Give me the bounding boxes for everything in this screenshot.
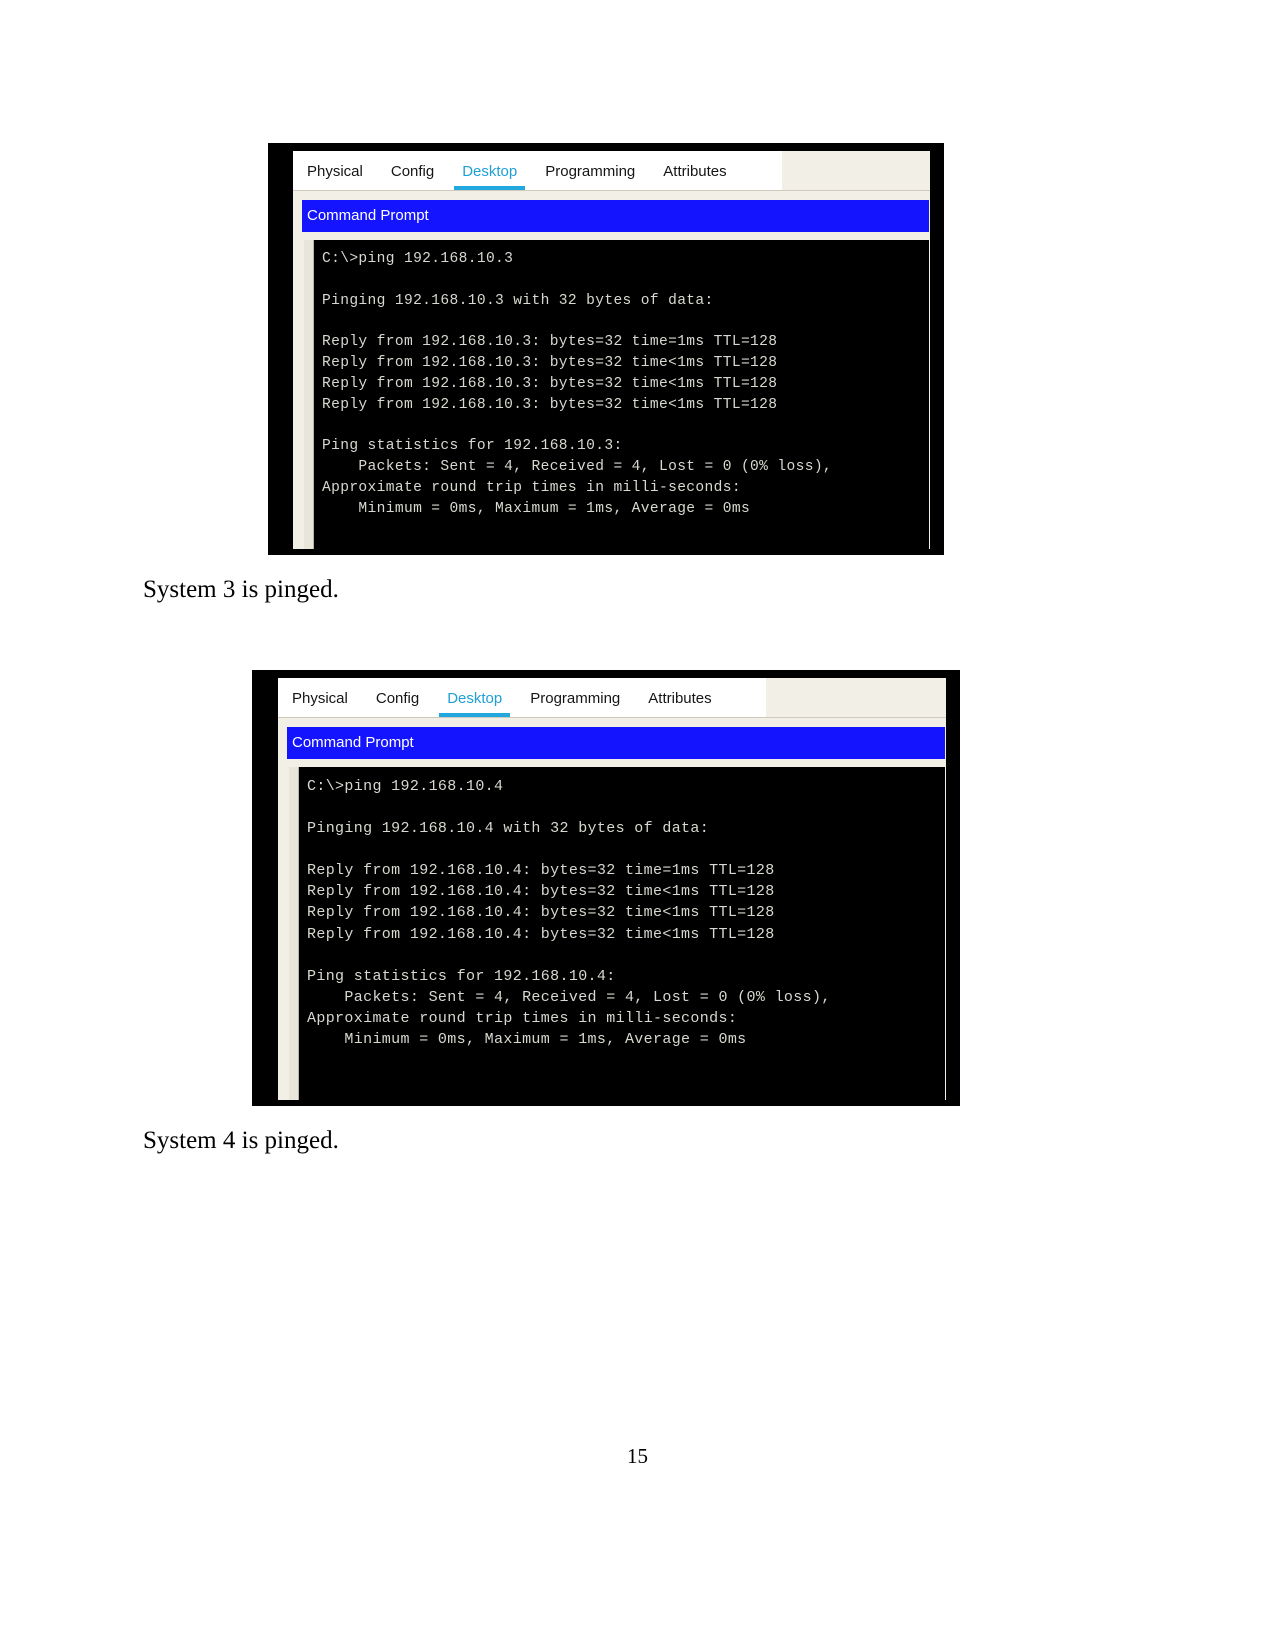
terminal-line: Ping statistics for 192.168.10.3: (322, 438, 623, 455)
terminal-line: Minimum = 0ms, Maximum = 1ms, Average = … (307, 1031, 747, 1049)
tab-bar-endcap (766, 678, 946, 718)
terminal-line: Approximate round trip times in milli-se… (322, 479, 741, 496)
terminal-container: C:\>ping 192.168.10.3 Pinging 192.168.10.… (302, 240, 929, 549)
terminal-line: Reply from 192.168.10.4: bytes=32 time<1… (307, 883, 775, 901)
packet-tracer-window: Physical Config Desktop Programming Attr… (278, 678, 946, 1100)
terminal-output[interactable]: C:\>ping 192.168.10.3 Pinging 192.168.10.… (314, 240, 929, 549)
tab-attributes[interactable]: Attributes (634, 678, 726, 718)
desktop-panel: Command Prompt C:\>ping 192.168.10.3 Ping… (293, 191, 930, 549)
terminal-line: Approximate round trip times in milli-se… (307, 1010, 738, 1028)
tab-programming[interactable]: Programming (531, 151, 650, 191)
terminal-line: Reply from 192.168.10.4: bytes=32 time<1… (307, 925, 775, 943)
terminal-left-gutter (289, 767, 299, 1100)
desktop-panel: Command Prompt C:\>ping 192.168.10.4 Ping… (278, 718, 946, 1100)
terminal-output[interactable]: C:\>ping 192.168.10.4 Pinging 192.168.10.… (299, 767, 945, 1100)
panel-spacer (302, 232, 929, 240)
terminal-line: Reply from 192.168.10.3: bytes=32 time=1… (322, 334, 778, 351)
terminal-line: Reply from 192.168.10.4: bytes=32 time=1… (307, 862, 775, 879)
tab-physical[interactable]: Physical (278, 678, 362, 718)
tab-bar-filler (725, 678, 766, 718)
terminal-line: Reply from 192.168.10.3: bytes=32 time<1… (322, 375, 778, 392)
tab-bar-filler (740, 151, 782, 191)
caption-system-4: System 4 is pinged. (143, 1127, 339, 1154)
terminal-line: C:\>ping 192.168.10.3 (322, 251, 514, 267)
command-prompt-titlebar: Command Prompt (287, 727, 945, 759)
panel-spacer (287, 759, 945, 767)
tab-physical[interactable]: Physical (293, 151, 377, 191)
command-prompt-titlebar: Command Prompt (302, 200, 929, 232)
page-number: 15 (627, 1444, 648, 1468)
packet-tracer-window: Physical Config Desktop Programming Attr… (293, 151, 930, 549)
terminal-line: Reply from 192.168.10.3: bytes=32 time<1… (322, 396, 778, 413)
terminal-line: Ping statistics for 192.168.10.4: (307, 967, 616, 985)
terminal-line: C:\>ping 192.168.10.4 (307, 778, 504, 795)
terminal-line: Packets: Sent = 4, Received = 4, Lost = … (322, 458, 833, 475)
tab-programming[interactable]: Programming (516, 678, 635, 718)
terminal-line: Pinging 192.168.10.4 with 32 bytes of da… (307, 820, 710, 837)
tab-config[interactable]: Config (361, 678, 434, 718)
terminal-line: Reply from 192.168.10.3: bytes=32 time<1… (322, 354, 778, 371)
terminal-line: Minimum = 0ms, Maximum = 1ms, Average = … (322, 500, 751, 517)
terminal-line: Reply from 192.168.10.4: bytes=32 time<1… (307, 904, 775, 922)
tab-bar-endcap (782, 151, 930, 191)
device-tab-bar: Physical Config Desktop Programming Attr… (293, 151, 930, 191)
screenshot-figure-ping-system-4: Physical Config Desktop Programming Attr… (252, 670, 960, 1106)
tab-desktop[interactable]: Desktop (448, 151, 532, 191)
tab-desktop[interactable]: Desktop (433, 678, 517, 718)
screenshot-figure-ping-system-3: Physical Config Desktop Programming Attr… (268, 143, 944, 555)
terminal-container: C:\>ping 192.168.10.4 Pinging 192.168.10.… (287, 767, 945, 1100)
tab-config[interactable]: Config (376, 151, 449, 191)
tab-attributes[interactable]: Attributes (649, 151, 741, 191)
terminal-line: Pinging 192.168.10.3 with 32 bytes of da… (322, 292, 714, 309)
caption-system-3: System 3 is pinged. (143, 576, 339, 603)
terminal-line: Packets: Sent = 4, Received = 4, Lost = … (307, 988, 831, 1006)
device-tab-bar: Physical Config Desktop Programming Attr… (278, 678, 946, 718)
terminal-left-gutter (304, 240, 314, 549)
